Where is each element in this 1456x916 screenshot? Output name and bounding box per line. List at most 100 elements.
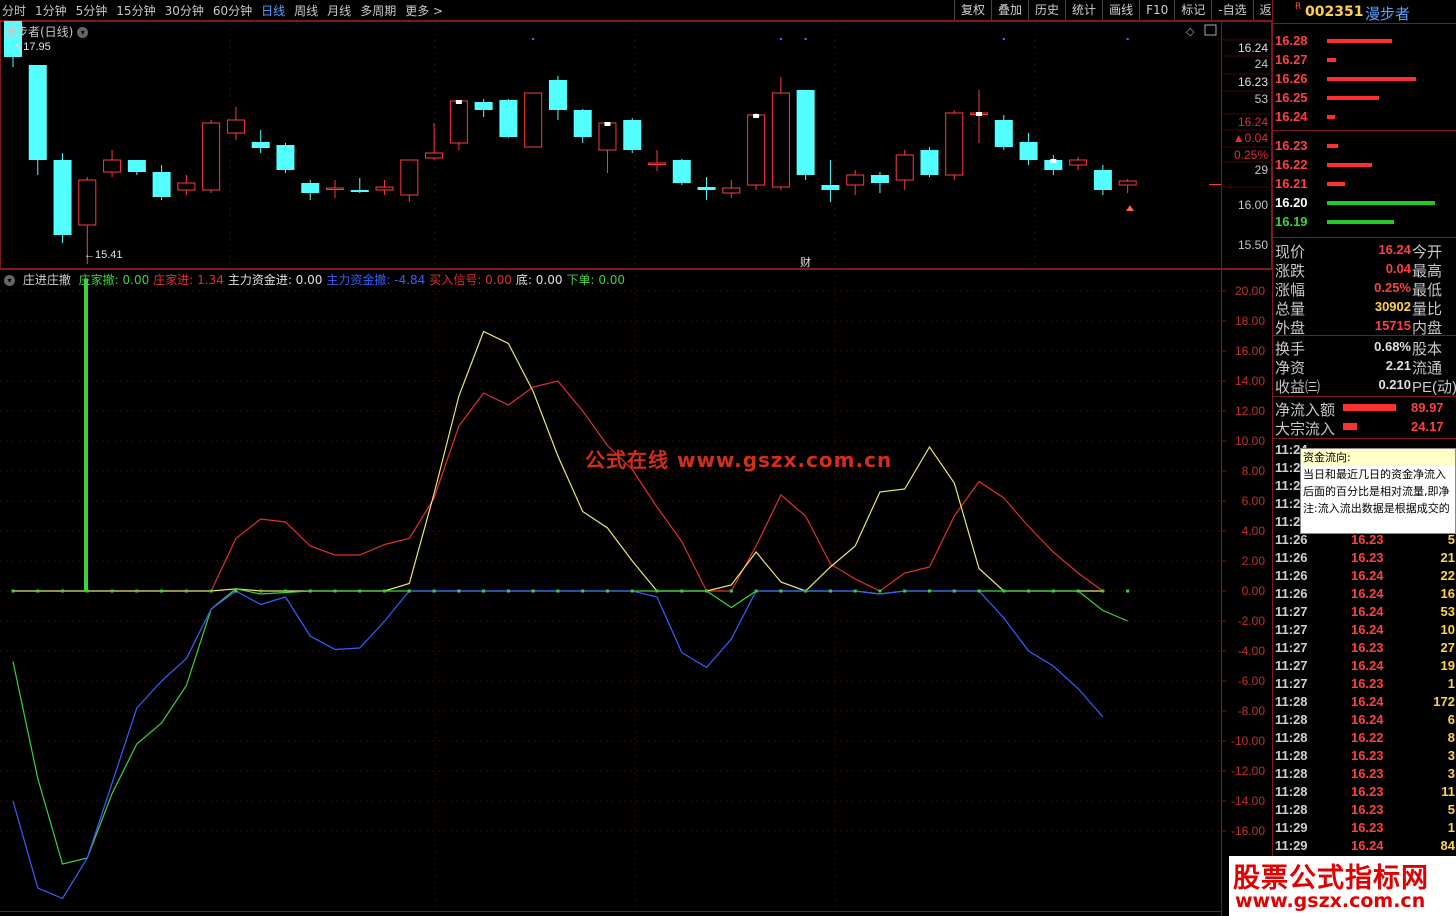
zero-dot (110, 589, 114, 593)
tooltip-line: 当日和最近几日的资金净流入 (1303, 468, 1446, 481)
site-banner[interactable]: 股票公式指标网 www.gszx.com.cn (1229, 856, 1456, 916)
period-tab[interactable]: 月线 (327, 2, 351, 19)
stock-code[interactable]: 002351 (1305, 4, 1363, 20)
quote-value: 15715 (1374, 318, 1411, 333)
zero-dot (358, 589, 362, 593)
period-tab[interactable]: 30分钟 (165, 2, 204, 19)
candle-body (895, 154, 914, 181)
candle-body (821, 185, 840, 190)
banner-url: www.gszx.com.cn (1235, 890, 1426, 912)
collapse-icon[interactable]: ▾ (4, 275, 15, 286)
candle (449, 100, 468, 150)
zero-dot (160, 589, 164, 593)
tick-volume: 5 (1447, 802, 1455, 817)
kline-axis-label: 29 (1255, 163, 1269, 177)
flow-bar (1343, 404, 1396, 411)
legend-item: 主力资金进: 0.00 (227, 273, 323, 287)
quote-row: 涨跌 0.04 最高 (1273, 260, 1456, 280)
orderbook-row: 16.23 (1273, 137, 1456, 156)
quote-value: 0.68% (1374, 339, 1411, 354)
y-tick-label: 6.00 (1242, 494, 1266, 508)
dropdown-icon[interactable]: ▾ (77, 27, 89, 38)
tick-time: 11:28 (1275, 694, 1308, 709)
stock-header: R 002351 漫步者 (1272, 0, 1456, 24)
event-dot (1002, 38, 1005, 40)
zero-dot (1076, 589, 1080, 593)
period-tab[interactable]: 15分钟 (116, 2, 155, 19)
candle-body (28, 65, 47, 160)
candle (672, 159, 691, 185)
orderbook-row: 16.26 (1273, 70, 1456, 89)
toolbar-button[interactable]: 叠加 (991, 0, 1028, 20)
period-tab[interactable]: 多周期 (360, 2, 396, 19)
zero-dot (432, 589, 436, 593)
candle (28, 65, 47, 175)
candle (1093, 165, 1112, 195)
event-dot (532, 38, 535, 40)
period-tab[interactable]: 更多 > (405, 2, 443, 19)
candle (598, 122, 617, 173)
candle (796, 90, 815, 180)
quote-label: 现价 (1275, 244, 1306, 261)
kline-title: 漫步者(日线) ▾ (4, 23, 89, 40)
candle-body (276, 145, 295, 170)
zero-dot (531, 589, 535, 593)
period-tab[interactable]: 60分钟 (213, 2, 252, 19)
quote-label: 涨幅 (1275, 282, 1306, 299)
candle-body (499, 100, 518, 137)
candle (499, 99, 518, 138)
tick-time: 11:26 (1275, 586, 1308, 601)
quote-label: 收益㈢ (1275, 379, 1321, 396)
candle-marker (1050, 159, 1057, 163)
candle (177, 175, 196, 195)
tick-price: 16.24 (1351, 694, 1384, 709)
period-tab[interactable]: 分时 (2, 2, 26, 19)
kline-axis-label: 53 (1255, 92, 1269, 106)
toolbar-button[interactable]: 标记 (1174, 0, 1211, 20)
zero-dot (407, 589, 411, 593)
candle (350, 178, 369, 193)
tick-time: 11:28 (1275, 712, 1308, 727)
toolbar-button[interactable]: 复权 (954, 0, 991, 20)
candle-body (326, 187, 345, 190)
candle (375, 180, 394, 195)
period-tab[interactable]: 日线 (261, 2, 285, 19)
toolbar-button[interactable]: 统计 (1065, 0, 1102, 20)
tick-time: 11:28 (1275, 748, 1308, 763)
tick-volume: 11 (1441, 784, 1455, 799)
indicator-name[interactable]: 庄进庄撤 (23, 273, 71, 287)
candle (524, 92, 543, 148)
candle (722, 180, 741, 198)
candle-body (1019, 142, 1038, 160)
tick-time: 11:29 (1275, 838, 1308, 853)
toolbar-button[interactable]: 画线 (1102, 0, 1139, 20)
zero-dot (506, 589, 510, 593)
zero-dot (184, 589, 188, 593)
candle (821, 160, 840, 202)
quote-value: 16.24 (1378, 242, 1411, 257)
tick-row: 11:28 16.23 3 (1273, 747, 1456, 765)
candle-body (1118, 180, 1137, 186)
period-tab[interactable]: 5分钟 (76, 2, 108, 19)
legend-item: 主力资金撤: -4.84 (326, 273, 426, 287)
flow-value: 24.17 (1411, 419, 1444, 434)
candle-body (945, 112, 964, 176)
signal-bar (84, 278, 88, 591)
y-tick-label: -12.00 (1231, 764, 1265, 778)
period-tab[interactable]: 周线 (294, 2, 318, 19)
zero-dot (1051, 589, 1055, 593)
toolbar-button[interactable]: -自选 (1211, 0, 1252, 20)
candle (1118, 179, 1137, 193)
zero-dot (36, 589, 40, 593)
quote-label: 今开 (1412, 244, 1443, 261)
orderbook-bar (1327, 58, 1336, 62)
toolbar-button[interactable]: F10 (1139, 0, 1174, 20)
toolbar-button[interactable]: 历史 (1028, 0, 1065, 20)
tick-volume: 5 (1447, 532, 1455, 547)
quote-row: 现价 16.24 今开 (1273, 241, 1456, 261)
stock-name[interactable]: 漫步者 (1365, 3, 1410, 24)
candle (771, 77, 790, 190)
flow-row: 大宗流入 24.17 (1273, 418, 1456, 438)
kline-axis-label: 16.00 (1238, 198, 1268, 212)
period-tab[interactable]: 1分钟 (35, 2, 67, 19)
